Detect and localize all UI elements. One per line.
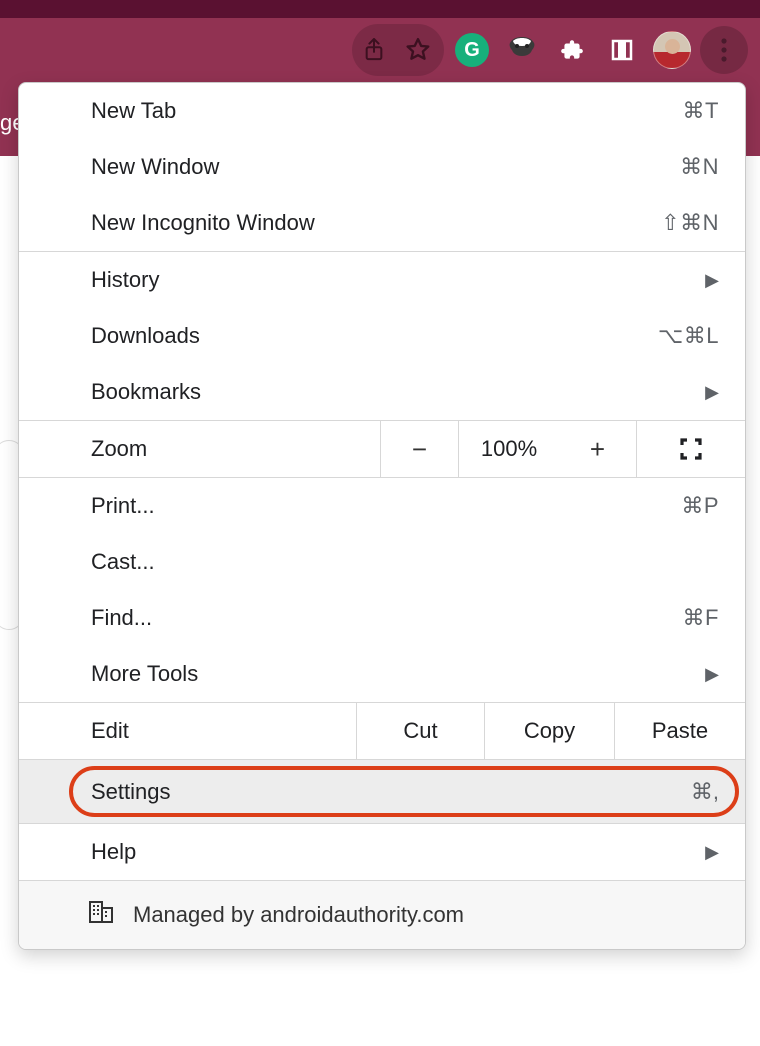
menu-item-label: Downloads <box>91 323 658 349</box>
edit-label: Edit <box>19 703 357 759</box>
menu-item-find[interactable]: Find... ⌘F <box>19 590 745 646</box>
shortcut-text: ⌘F <box>683 605 719 631</box>
managed-by-row[interactable]: Managed by androidauthority.com <box>19 881 745 949</box>
menu-row-edit: Edit Cut Copy Paste <box>19 702 745 760</box>
menu-item-help[interactable]: Help ▶ <box>19 824 745 880</box>
badger-extension-icon[interactable] <box>500 28 544 72</box>
menu-item-more-tools[interactable]: More Tools ▶ <box>19 646 745 702</box>
more-menu-button[interactable] <box>700 26 748 74</box>
fullscreen-button[interactable] <box>637 421 745 477</box>
extensions-puzzle-icon[interactable] <box>550 28 594 72</box>
menu-item-label: More Tools <box>91 661 705 687</box>
edit-paste-button[interactable]: Paste <box>615 703 745 759</box>
menu-item-history[interactable]: History ▶ <box>19 252 745 308</box>
menu-item-settings[interactable]: Settings ⌘, <box>19 760 745 823</box>
chrome-main-menu: New Tab ⌘T New Window ⌘N New Incognito W… <box>18 82 746 950</box>
reading-mode-icon[interactable] <box>600 28 644 72</box>
profile-avatar[interactable] <box>650 28 694 72</box>
shortcut-text: ⇧⌘N <box>661 210 719 236</box>
menu-row-zoom: Zoom − 100% + <box>19 420 745 478</box>
menu-item-label: Help <box>91 839 705 865</box>
menu-item-cast[interactable]: Cast... <box>19 534 745 590</box>
submenu-arrow-icon: ▶ <box>705 664 719 685</box>
shortcut-text: ⌘T <box>683 98 719 124</box>
menu-item-label: New Incognito Window <box>91 210 661 236</box>
menu-item-label: Bookmarks <box>91 379 705 405</box>
menu-item-print[interactable]: Print... ⌘P <box>19 478 745 534</box>
building-icon <box>89 900 115 930</box>
menu-item-label: New Window <box>91 154 680 180</box>
omnibox-actions-pill <box>352 24 444 76</box>
menu-item-new-window[interactable]: New Window ⌘N <box>19 139 745 195</box>
submenu-arrow-icon: ▶ <box>705 270 719 291</box>
bookmark-star-icon[interactable] <box>396 28 440 72</box>
shortcut-text: ⌘N <box>680 154 719 180</box>
shortcut-text: ⌘, <box>691 779 719 805</box>
grammarly-extension-icon[interactable]: G <box>450 28 494 72</box>
menu-item-label: History <box>91 267 705 293</box>
edit-copy-button[interactable]: Copy <box>485 703 615 759</box>
share-icon[interactable] <box>352 28 396 72</box>
menu-item-label: Find... <box>91 605 683 631</box>
menu-item-label: Settings <box>91 779 691 805</box>
zoom-in-button[interactable]: + <box>559 421 637 477</box>
shortcut-text: ⌘P <box>681 493 719 519</box>
menu-item-label: Cast... <box>91 549 719 575</box>
managed-by-text: Managed by androidauthority.com <box>133 902 464 928</box>
zoom-label: Zoom <box>19 421 381 477</box>
browser-toolbar: G <box>0 18 760 82</box>
window-frame-top <box>0 0 760 18</box>
menu-item-new-tab[interactable]: New Tab ⌘T <box>19 83 745 139</box>
menu-item-new-incognito[interactable]: New Incognito Window ⇧⌘N <box>19 195 745 251</box>
shortcut-text: ⌥⌘L <box>658 323 719 349</box>
edit-cut-button[interactable]: Cut <box>357 703 485 759</box>
menu-item-label: New Tab <box>91 98 683 124</box>
menu-item-label: Print... <box>91 493 681 519</box>
submenu-arrow-icon: ▶ <box>705 382 719 403</box>
submenu-arrow-icon: ▶ <box>705 842 719 863</box>
menu-item-bookmarks[interactable]: Bookmarks ▶ <box>19 364 745 420</box>
menu-item-downloads[interactable]: Downloads ⌥⌘L <box>19 308 745 364</box>
zoom-out-button[interactable]: − <box>381 421 459 477</box>
zoom-value: 100% <box>459 421 559 477</box>
